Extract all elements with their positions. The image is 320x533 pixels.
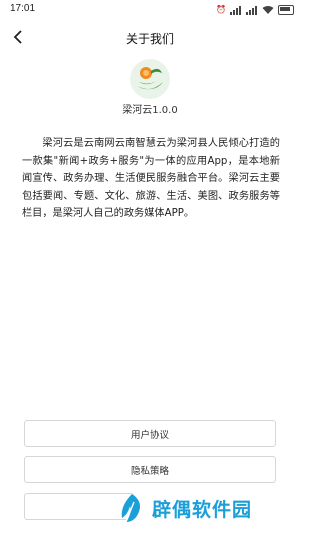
signal-icon: [230, 5, 242, 15]
alarm-icon: ⏰: [216, 5, 226, 14]
status-time: 17:01: [10, 3, 36, 14]
user-agreement-button[interactable]: 用户协议: [24, 420, 276, 447]
app-version: 梁河云1.0.0: [122, 105, 178, 116]
about-description: 梁河云是云南网云南智慧云为梁河县人民倾心打造的一款集"新闻+政务+服务"为一体的…: [22, 138, 280, 219]
user-agreement-label: 用户协议: [130, 429, 169, 441]
status-bar: 17:01 ⏰: [0, 0, 300, 22]
privacy-policy-button[interactable]: 隐私策略: [24, 456, 276, 483]
wifi-icon: [262, 6, 274, 14]
app-logo-icon: [130, 59, 170, 99]
page-title: 关于我们: [125, 32, 174, 46]
leaf-logo-icon: [121, 494, 140, 523]
privacy-policy-label: 隐私策略: [130, 465, 169, 477]
signal-icon: [246, 5, 258, 15]
status-icons: ⏰: [216, 5, 294, 15]
watermark: 辟偶软件园: [118, 488, 298, 528]
watermark-text: 辟偶软件园: [152, 498, 253, 521]
nav-bar: 关于我们: [0, 22, 300, 54]
battery-icon: [278, 5, 294, 15]
